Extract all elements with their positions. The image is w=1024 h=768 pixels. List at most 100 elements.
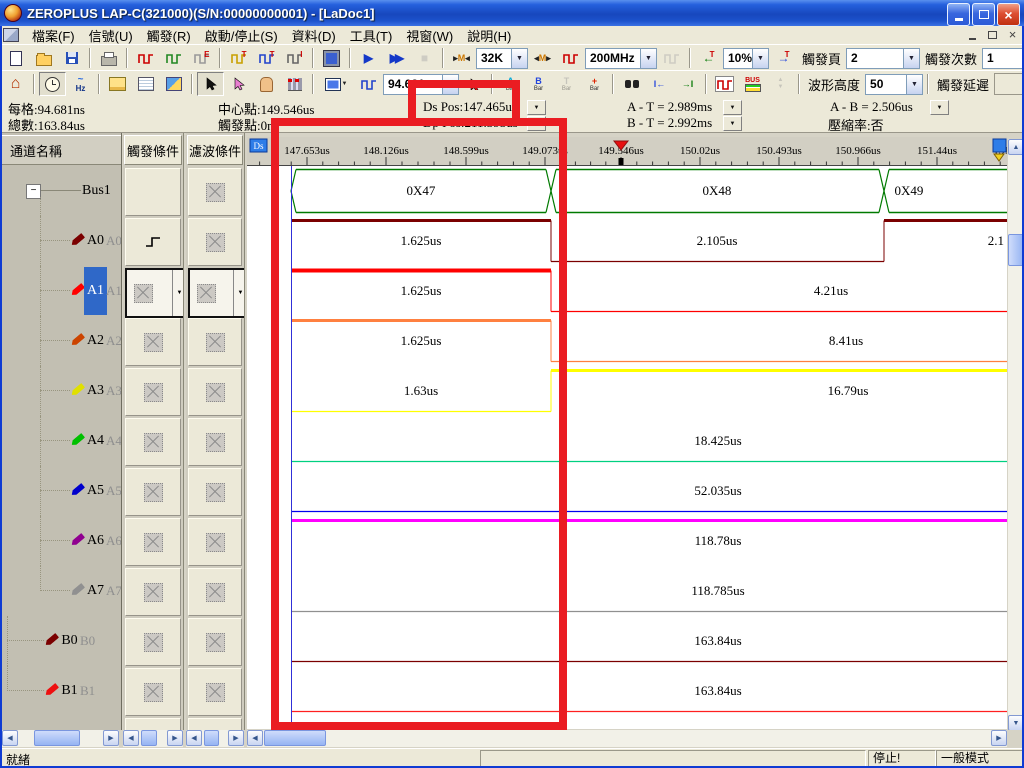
- child-close-button[interactable]: ×: [1004, 27, 1021, 42]
- menu-item-5[interactable]: 工具(T): [343, 25, 400, 46]
- filter-cell-A7[interactable]: [188, 568, 242, 616]
- dropdown-arrow-icon[interactable]: ▼: [442, 75, 458, 94]
- channel-name-A4[interactable]: A4: [84, 417, 107, 465]
- menu-item-0[interactable]: 檔案(F): [25, 25, 82, 46]
- dp-pos-dropdown[interactable]: ▼: [527, 116, 546, 131]
- channel-pen-icon[interactable]: [44, 633, 59, 647]
- dropdown-arrow-icon[interactable]: ▼: [511, 49, 527, 68]
- channel-name-A5[interactable]: A5: [84, 467, 107, 515]
- scroll-left-button[interactable]: ◀: [247, 730, 263, 746]
- trigger-pos-left-button[interactable]: ←T: [695, 46, 722, 70]
- new-file-button[interactable]: [2, 46, 29, 70]
- filter-cell-A2[interactable]: [188, 318, 242, 366]
- trigger-pos-right-button[interactable]: →T: [770, 46, 797, 70]
- channel-setup-button[interactable]: [160, 46, 187, 70]
- filter-cell-A1[interactable]: ▼: [188, 268, 245, 318]
- name-hscrollbar[interactable]: ◀ ▶: [2, 730, 119, 747]
- ds-pos-dropdown[interactable]: ▼: [527, 100, 546, 115]
- scroll-left-button[interactable]: ◀: [186, 730, 202, 746]
- channel-pen-icon[interactable]: [70, 483, 85, 497]
- channel-name-A0[interactable]: A0: [84, 217, 107, 265]
- trigger-hscrollbar[interactable]: ◀ ▶: [123, 730, 183, 747]
- waveform-window-button[interactable]: [104, 72, 131, 96]
- waveform-hscrollbar[interactable]: ◀ ▶: [247, 730, 1007, 747]
- hscroll-thumb[interactable]: [204, 730, 219, 746]
- b-t-dropdown[interactable]: ▼: [723, 116, 742, 131]
- channel-row-A7[interactable]: A7A7: [0, 566, 121, 616]
- pointer-tool-button[interactable]: [197, 72, 224, 96]
- wave-height-combo[interactable]: 50▼: [865, 74, 923, 95]
- trigger-cell-A7[interactable]: [125, 568, 181, 616]
- zoom-fit-button[interactable]: [355, 72, 382, 96]
- channel-pen-icon[interactable]: [70, 533, 85, 547]
- enhance-protocol-button[interactable]: E: [188, 46, 215, 70]
- channel-pen-icon[interactable]: [70, 233, 85, 247]
- find-button[interactable]: [618, 72, 645, 96]
- measure-tool-button[interactable]: [281, 72, 308, 96]
- filter-cell-B0[interactable]: [188, 618, 242, 666]
- add-bar-button[interactable]: +Bar: [581, 72, 608, 96]
- channel-row-A0[interactable]: A0A0: [0, 216, 121, 266]
- print-button[interactable]: [95, 46, 122, 70]
- run-button[interactable]: ▶: [355, 46, 382, 70]
- home-button[interactable]: ⌂: [2, 72, 29, 96]
- channel-pen-icon[interactable]: [70, 583, 85, 597]
- scroll-right-button[interactable]: ▶: [167, 730, 183, 746]
- save-button[interactable]: [58, 46, 85, 70]
- menu-item-2[interactable]: 觸發(R): [140, 25, 198, 46]
- bus-name[interactable]: Bus1: [82, 166, 111, 216]
- cursor-jump-button[interactable]: [460, 72, 487, 96]
- noise-filter-button[interactable]: [711, 72, 738, 96]
- b-bar-button[interactable]: BBar: [525, 72, 552, 96]
- prev-edge-button[interactable]: l←: [646, 72, 673, 96]
- child-restore-button[interactable]: [984, 27, 1001, 42]
- sampling-setup-button[interactable]: [132, 46, 159, 70]
- scroll-left-button[interactable]: ◀: [123, 730, 139, 746]
- signal-trigger-button[interactable]: T: [253, 46, 280, 70]
- channel-row-A3[interactable]: A3A3: [0, 366, 121, 416]
- trigger-cell-B1[interactable]: [125, 668, 181, 716]
- trigger-cell-B0[interactable]: [125, 618, 181, 666]
- dropdown-arrow-icon[interactable]: ▼: [640, 49, 656, 68]
- dropdown-arrow-icon[interactable]: ▼: [903, 49, 919, 68]
- memory-page-right-button[interactable]: ◂M▸: [529, 46, 556, 70]
- navigator-window-button[interactable]: [160, 72, 187, 96]
- channel-pen-icon[interactable]: [70, 383, 85, 397]
- channel-name-B1[interactable]: B1: [58, 667, 81, 715]
- listing-window-button[interactable]: [132, 72, 159, 96]
- channel-row-A6[interactable]: A6A6: [0, 516, 121, 566]
- zoom-mode-button[interactable]: ▼: [318, 72, 354, 96]
- channel-row-A2[interactable]: A2A2: [0, 316, 121, 366]
- a-t-dropdown[interactable]: ▼: [723, 100, 742, 115]
- trigger-cell-A6[interactable]: [125, 518, 181, 566]
- time-div-combo[interactable]: 94.681ns▼: [383, 74, 459, 95]
- dropdown-arrow-icon[interactable]: ▼: [752, 49, 768, 68]
- channel-name-B0[interactable]: B0: [58, 617, 81, 665]
- channel-row-A1[interactable]: A1A1: [0, 266, 121, 316]
- multi-select-button[interactable]: [225, 72, 252, 96]
- sample-rate-combo[interactable]: 200MHz▼: [585, 48, 657, 69]
- hscroll-thumb[interactable]: [34, 730, 80, 746]
- channel-name-A7[interactable]: A7: [84, 567, 107, 615]
- filter-hscrollbar[interactable]: ◀ ▶: [186, 730, 244, 747]
- hscroll-thumb[interactable]: [264, 730, 326, 746]
- channel-row-B0[interactable]: B0B0: [0, 616, 121, 666]
- a-b-dropdown[interactable]: ▼: [930, 100, 949, 115]
- channel-name-A3[interactable]: A3: [84, 367, 107, 415]
- minimize-button[interactable]: [947, 3, 970, 26]
- menu-item-1[interactable]: 信號(U): [82, 25, 140, 46]
- hscroll-thumb[interactable]: [141, 730, 157, 746]
- filter-cell-A5[interactable]: [188, 468, 242, 516]
- menu-item-3[interactable]: 啟動/停止(S): [198, 25, 285, 46]
- memory-page-left-button[interactable]: ▸M◂: [448, 46, 475, 70]
- waveform-plot[interactable]: 147.653us148.126us148.599us149.073us149.…: [247, 137, 1007, 729]
- trigger-cell-A2[interactable]: [125, 318, 181, 366]
- trigger-cell-A0[interactable]: [125, 218, 181, 266]
- filter-cell-A3[interactable]: [188, 368, 242, 416]
- trigger-cell-A4[interactable]: [125, 418, 181, 466]
- a-bar-button[interactable]: ABar: [497, 72, 524, 96]
- channel-row-Bus1[interactable]: −Bus1: [0, 166, 121, 216]
- trigger-cell-Bus1[interactable]: [125, 168, 181, 216]
- acquisition-clock-button[interactable]: [39, 72, 66, 96]
- restore-button[interactable]: [972, 3, 995, 26]
